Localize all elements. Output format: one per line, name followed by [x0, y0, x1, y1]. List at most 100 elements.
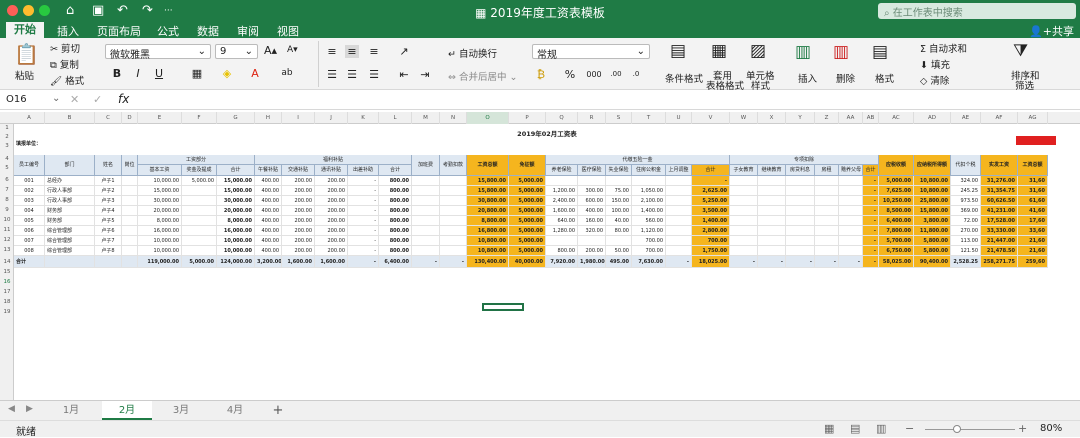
- table-cell[interactable]: 33,330.00: [981, 226, 1018, 236]
- table-cell[interactable]: 20,000.00: [217, 206, 255, 216]
- table-cell[interactable]: 31,60: [1018, 186, 1048, 196]
- row-header[interactable]: 18: [0, 299, 14, 305]
- table-cell[interactable]: 5,000.00: [509, 216, 546, 226]
- table-cell[interactable]: 5,800.00: [914, 236, 951, 246]
- table-cell[interactable]: [839, 206, 863, 216]
- table-cell[interactable]: -: [863, 226, 879, 236]
- table-cell[interactable]: [666, 186, 692, 196]
- table-cell[interactable]: 卢子2: [95, 186, 122, 196]
- table-cell[interactable]: 700.00: [632, 246, 666, 256]
- table-cell[interactable]: 400.00: [255, 206, 282, 216]
- table-cell[interactable]: 200.00: [315, 226, 348, 236]
- table-cell[interactable]: [815, 226, 839, 236]
- table-cell[interactable]: [839, 176, 863, 186]
- tab-formulas[interactable]: 公式: [157, 23, 179, 39]
- table-cell[interactable]: 400.00: [255, 186, 282, 196]
- copy-button[interactable]: ⧉ 复制: [50, 57, 79, 71]
- table-cell[interactable]: 005: [14, 216, 45, 226]
- column-header[interactable]: G: [217, 112, 255, 124]
- table-cell[interactable]: 30,800.00: [467, 196, 509, 206]
- table-cell[interactable]: -: [863, 236, 879, 246]
- table-cell[interactable]: [440, 226, 467, 236]
- orientation-icon[interactable]: ↗: [397, 45, 411, 58]
- table-cell[interactable]: 8,000.00: [217, 216, 255, 226]
- table-cell[interactable]: [606, 176, 632, 186]
- table-cell[interactable]: 15,800.00: [467, 186, 509, 196]
- total-cell[interactable]: -: [839, 256, 863, 268]
- table-cell[interactable]: -: [863, 196, 879, 206]
- column-header[interactable]: B: [45, 112, 95, 124]
- column-label[interactable]: 医疗保险: [578, 165, 606, 176]
- table-cell[interactable]: 700.00: [692, 236, 730, 246]
- table-cell[interactable]: 800.00: [379, 246, 412, 256]
- table-cell[interactable]: 8,000.00: [138, 216, 182, 226]
- table-cell[interactable]: [786, 226, 815, 236]
- italic-button[interactable]: I: [131, 67, 145, 80]
- table-cell[interactable]: -: [348, 206, 379, 216]
- total-cell[interactable]: -: [666, 256, 692, 268]
- shrink-font-button[interactable]: A▾: [287, 45, 298, 55]
- table-cell[interactable]: [786, 216, 815, 226]
- row-header[interactable]: 12: [0, 237, 14, 243]
- number-format-select[interactable]: 常规 ⌄: [532, 44, 650, 61]
- column-label[interactable]: 子女教育: [730, 165, 758, 176]
- table-cell[interactable]: 200.00: [282, 196, 315, 206]
- delete-button[interactable]: 删除: [836, 71, 855, 85]
- table-cell[interactable]: 800.00: [379, 186, 412, 196]
- table-cell[interactable]: 200.00: [315, 186, 348, 196]
- table-cell[interactable]: [815, 186, 839, 196]
- column-header[interactable]: U: [666, 112, 692, 124]
- table-cell[interactable]: [815, 246, 839, 256]
- table-cell[interactable]: 2,800.00: [692, 226, 730, 236]
- table-cell[interactable]: [786, 206, 815, 216]
- cut-button[interactable]: ✂ 剪切: [50, 41, 80, 55]
- table-cell[interactable]: [412, 236, 440, 246]
- sort-filter-icon[interactable]: ⧩: [1013, 41, 1028, 61]
- column-label[interactable]: 合计: [863, 165, 879, 176]
- table-cell[interactable]: [122, 226, 138, 236]
- total-cell[interactable]: 2,528.25: [951, 256, 981, 268]
- table-cell[interactable]: [546, 236, 578, 246]
- table-cell[interactable]: 400.00: [578, 206, 606, 216]
- table-cell[interactable]: 卢子5: [95, 216, 122, 226]
- column-label[interactable]: 继续教育: [758, 165, 786, 176]
- table-cell[interactable]: -: [692, 176, 730, 186]
- column-header[interactable]: AF: [981, 112, 1018, 124]
- table-cell[interactable]: -: [348, 236, 379, 246]
- row-header[interactable]: 13: [0, 247, 14, 253]
- column-label[interactable]: 午餐补贴: [255, 165, 282, 176]
- table-cell[interactable]: 560.00: [632, 216, 666, 226]
- table-cell[interactable]: 200.00: [282, 226, 315, 236]
- table-cell[interactable]: 2,100.00: [632, 196, 666, 206]
- table-cell[interactable]: 31,60: [1018, 176, 1048, 186]
- table-cell[interactable]: 10,250.00: [879, 196, 914, 206]
- column-label[interactable]: 岗位: [122, 155, 138, 176]
- column-header[interactable]: S: [606, 112, 632, 124]
- table-cell[interactable]: 80.00: [606, 226, 632, 236]
- table-cell[interactable]: 400.00: [255, 226, 282, 236]
- table-cell[interactable]: [182, 186, 217, 196]
- table-cell[interactable]: -: [348, 186, 379, 196]
- column-label[interactable]: 考勤扣款: [440, 155, 467, 176]
- worksheet-grid[interactable]: 2019年02月工资表 填报单位： 工资部分 福利补贴 代缴五险一金 专项扣除 员工编号…: [14, 124, 1080, 400]
- table-cell[interactable]: 16,000.00: [217, 226, 255, 236]
- table-cell[interactable]: 综合管理部: [45, 236, 95, 246]
- chevron-down-icon[interactable]: ⌄: [52, 93, 60, 104]
- total-cell[interactable]: 7,920.00: [546, 256, 578, 268]
- borders-icon[interactable]: ▦: [190, 67, 204, 80]
- row-header[interactable]: 16: [0, 279, 14, 285]
- share-button[interactable]: 👤+共享: [1029, 23, 1074, 39]
- table-cell[interactable]: [546, 176, 578, 186]
- total-cell[interactable]: [122, 256, 138, 268]
- table-cell[interactable]: [666, 226, 692, 236]
- table-cell[interactable]: [786, 186, 815, 196]
- total-cell[interactable]: -: [348, 256, 379, 268]
- table-cell[interactable]: 30,000.00: [138, 196, 182, 206]
- column-header[interactable]: M: [412, 112, 440, 124]
- column-header[interactable]: F: [182, 112, 217, 124]
- table-cell[interactable]: 16,000.00: [138, 226, 182, 236]
- table-cell[interactable]: -: [863, 216, 879, 226]
- table-cell[interactable]: 5,000.00: [182, 176, 217, 186]
- conditional-format-icon[interactable]: ▤: [670, 41, 686, 61]
- table-cell[interactable]: [730, 196, 758, 206]
